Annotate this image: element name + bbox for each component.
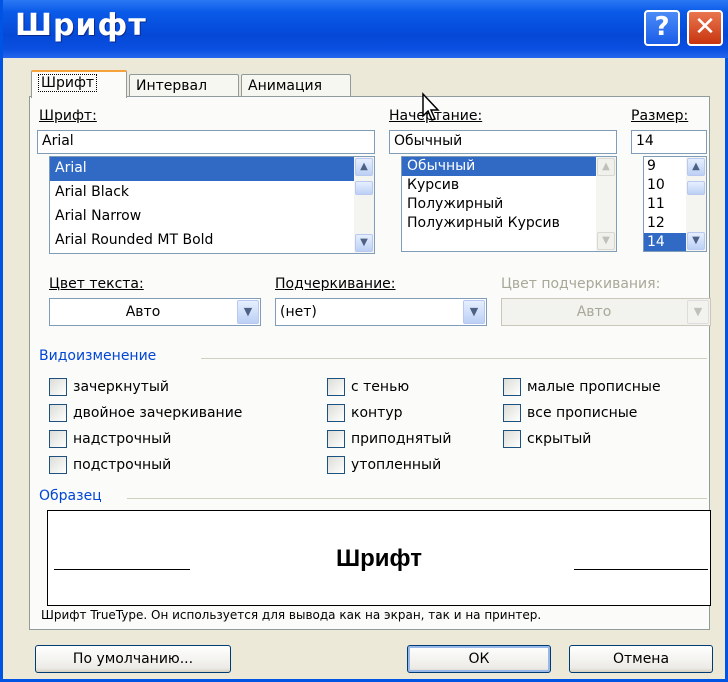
underline-color-label: Цвет подчеркивания: <box>501 276 661 292</box>
list-item[interactable]: Курсив <box>402 176 616 195</box>
preview-note: Шрифт TrueType. Он используется для выво… <box>41 608 542 622</box>
scroll-thumb[interactable] <box>687 181 705 195</box>
checkbox-label: подстрочный <box>73 457 172 473</box>
list-item[interactable]: Полужирный Курсив <box>402 214 616 233</box>
checkbox-label: надстрочный <box>73 431 172 447</box>
preview-baseline <box>574 569 708 570</box>
style-list[interactable]: Обычный Курсив Полужирный Полужирный Курсив… <box>401 156 617 252</box>
effect-checkbox[interactable]: с тенью <box>327 378 409 396</box>
list-item[interactable]: Arial Black <box>50 181 374 205</box>
font-input[interactable]: Arial <box>37 130 375 154</box>
scroll-thumb[interactable] <box>355 181 373 195</box>
effect-checkbox[interactable]: двойное зачеркивание <box>49 404 242 422</box>
checkbox-box[interactable] <box>327 404 345 422</box>
scroll-down-icon[interactable]: ▼ <box>355 234 373 252</box>
size-scrollbar[interactable]: ▲ ▼ <box>686 157 706 251</box>
checkbox-label: скрытый <box>527 431 592 447</box>
preview-group-label: Образец <box>39 488 102 504</box>
checkbox-box[interactable] <box>503 404 521 422</box>
size-label: Размер: <box>631 108 689 124</box>
checkbox-label: контур <box>351 405 403 421</box>
underline-color-dropdown: Авто ▼ <box>501 298 711 326</box>
scroll-up-icon: ▲ <box>597 158 615 176</box>
mouse-cursor-icon <box>422 92 440 121</box>
chevron-down-icon: ▼ <box>687 300 709 324</box>
color-label: Цвет текста: <box>49 276 144 292</box>
list-item[interactable]: Arial Narrow <box>50 205 374 229</box>
cancel-button[interactable]: Отмена <box>569 645 713 673</box>
dialog-title: Шрифт <box>15 8 147 43</box>
checkbox-box[interactable] <box>503 378 521 396</box>
effect-checkbox[interactable]: зачеркнутый <box>49 378 169 396</box>
checkbox-label: приподнятый <box>351 431 452 447</box>
list-item[interactable]: Полужирный <box>402 195 616 214</box>
effect-checkbox[interactable]: подстрочный <box>49 456 171 474</box>
list-item[interactable]: Arial Rounded MT Bold <box>50 229 374 253</box>
font-label: Шрифт: <box>39 108 97 124</box>
size-list[interactable]: 9 10 11 12 14 ▲ ▼ <box>643 156 707 252</box>
size-input[interactable]: 14 <box>631 130 707 154</box>
scroll-up-icon[interactable]: ▲ <box>687 158 705 176</box>
checkbox-label: с тенью <box>351 379 410 395</box>
checkbox-label: утопленный <box>351 457 442 473</box>
chevron-down-icon[interactable]: ▼ <box>463 300 485 324</box>
effect-checkbox[interactable]: надстрочный <box>49 430 171 448</box>
underline-dropdown[interactable]: (нет) ▼ <box>275 298 487 326</box>
underline-label: Подчеркивание: <box>275 276 396 292</box>
divider <box>201 358 707 359</box>
checkbox-box[interactable] <box>49 456 67 474</box>
font-scrollbar[interactable]: ▲ ▼ <box>354 157 374 253</box>
effect-checkbox[interactable]: приподнятый <box>327 430 451 448</box>
color-dropdown[interactable]: Авто ▼ <box>49 298 261 326</box>
checkbox-box[interactable] <box>49 430 67 448</box>
scroll-down-icon: ▼ <box>597 232 615 250</box>
style-input[interactable]: Обычный <box>389 130 617 154</box>
tab-font[interactable]: Шрифт <box>31 70 127 98</box>
checkbox-label: двойное зачеркивание <box>73 405 243 421</box>
checkbox-box[interactable] <box>49 404 67 422</box>
checkbox-box[interactable] <box>503 430 521 448</box>
checkbox-box[interactable] <box>327 456 345 474</box>
tab-animation[interactable]: Анимация <box>241 74 351 98</box>
list-item[interactable]: Arial <box>50 157 374 181</box>
close-button[interactable]: ✕ <box>687 10 723 46</box>
title-bar[interactable]: Шрифт ? ✕ <box>3 0 728 58</box>
scroll-down-icon[interactable]: ▼ <box>687 232 705 250</box>
effect-checkbox[interactable]: малые прописные <box>503 378 661 396</box>
effect-checkbox[interactable]: скрытый <box>503 430 591 448</box>
tab-spacing[interactable]: Интервал <box>129 74 239 98</box>
scroll-up-icon[interactable]: ▲ <box>355 158 373 176</box>
divider <box>127 498 707 499</box>
chevron-down-icon[interactable]: ▼ <box>237 300 259 324</box>
effect-checkbox[interactable]: контур <box>327 404 403 422</box>
list-item[interactable]: Обычный <box>402 157 616 176</box>
effect-checkbox[interactable]: утопленный <box>327 456 441 474</box>
checkbox-box[interactable] <box>327 378 345 396</box>
help-button[interactable]: ? <box>644 10 680 46</box>
effects-group-label: Видоизменение <box>39 348 157 364</box>
checkbox-label: все прописные <box>527 405 638 421</box>
default-button[interactable]: По умолчанию... <box>35 645 231 673</box>
style-scrollbar[interactable]: ▲ ▼ <box>596 157 616 251</box>
checkbox-box[interactable] <box>327 430 345 448</box>
checkbox-box[interactable] <box>49 378 67 396</box>
effect-checkbox[interactable]: все прописные <box>503 404 637 422</box>
ok-button[interactable]: ОК <box>407 645 551 673</box>
font-dialog: Шрифт ? ✕ Шрифт Интервал Анимация Шрифт:… <box>0 0 728 682</box>
checkbox-label: зачеркнутый <box>73 379 169 395</box>
checkbox-label: малые прописные <box>527 379 661 395</box>
font-list[interactable]: Arial Arial Black Arial Narrow Arial Rounde… <box>49 156 375 254</box>
preview-box: Шрифт <box>47 510 711 606</box>
